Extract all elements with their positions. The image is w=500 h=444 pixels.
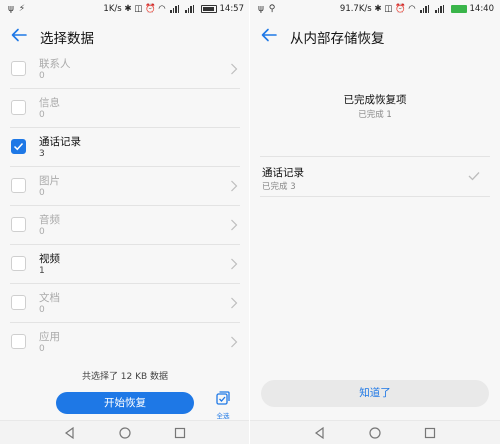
wifi-icon: ◠ [158, 4, 166, 14]
signal-icon-2 [185, 5, 195, 13]
page-title: 从内部存储恢复 [290, 31, 385, 47]
checkbox-checked[interactable] [11, 139, 26, 154]
select-all-button[interactable]: 全选 [210, 390, 236, 420]
chevron-right-icon [231, 297, 238, 309]
clock: 14:40 [469, 4, 495, 14]
selected-size-summary: 共选择了 12 KB 数据 [81, 372, 169, 382]
got-it-button[interactable]: 知道了 [261, 380, 489, 407]
check-icon [468, 172, 480, 181]
item-label: 信息 [39, 97, 60, 109]
data-type-list: 联系人 0 信息 0 通话记录 3 图片 0 音频 0 视频 1 文档 0 应用… [0, 50, 240, 362]
item-label: 视频 [39, 253, 60, 265]
app-bar: 从内部存储恢复 [250, 20, 500, 50]
signal-icon [170, 5, 180, 13]
network-speed: 91.7K/s [339, 4, 372, 14]
item-label: 图片 [39, 175, 60, 187]
item-count: 0 [39, 71, 45, 81]
clock: 14:57 [219, 4, 245, 14]
chevron-right-icon [231, 180, 238, 192]
list-item-contacts[interactable]: 联系人 0 [10, 50, 240, 89]
item-count: 0 [39, 344, 45, 354]
system-nav-bar [250, 420, 500, 444]
chevron-right-icon [231, 258, 238, 270]
system-nav-bar [0, 420, 250, 444]
item-count: 0 [39, 305, 45, 315]
notification-icons: ψ ⚲ [258, 4, 277, 14]
check-icon [13, 142, 24, 151]
completed-heading: 已完成恢复项 [343, 94, 407, 106]
bluetooth-icon: ✱ [124, 4, 132, 14]
result-item-call-log: 通话记录 已完成 3 [260, 156, 490, 197]
signal-icon-2 [435, 5, 445, 13]
checkbox[interactable] [11, 295, 26, 310]
alarm-icon: ⏰ [144, 4, 156, 14]
item-label: 联系人 [39, 58, 71, 70]
wifi-icon: ◠ [408, 4, 416, 14]
chevron-right-icon [231, 219, 238, 231]
item-label: 应用 [39, 331, 60, 343]
notification-icons: ψ ⚡ [8, 4, 27, 14]
network-speed: 1K/s [103, 4, 122, 14]
completed-count: 已完成 1 [358, 110, 392, 120]
app-bar: 选择数据 [0, 20, 250, 50]
start-restore-button[interactable]: 开始恢复 [56, 392, 194, 414]
nav-recents-icon[interactable] [423, 426, 437, 440]
item-count: 0 [39, 110, 45, 120]
select-all-icon [216, 391, 230, 405]
list-item-messages[interactable]: 信息 0 [10, 89, 240, 128]
restore-complete-screen: ψ ⚲ 91.7K/s ✱ ◫ ⏰ ◠ 14:40 从内部存储恢复 已完成恢复项… [250, 0, 500, 444]
list-item-video[interactable]: 视频 1 [10, 245, 240, 284]
list-item-audio[interactable]: 音频 0 [10, 206, 240, 245]
item-label: 音频 [39, 214, 60, 226]
result-status: 已完成 3 [262, 182, 296, 192]
select-data-screen: ψ ⚡ 1K/s ✱ ◫ ⏰ ◠ 14:57 选择数据 联系人 0 信息 0 通… [0, 0, 250, 444]
bluetooth-icon: ✱ [374, 4, 382, 14]
page-title: 选择数据 [40, 31, 94, 47]
back-arrow-icon[interactable] [10, 26, 28, 44]
nav-home-icon[interactable] [118, 426, 132, 440]
list-item-images[interactable]: 图片 0 [10, 167, 240, 206]
select-all-label: 全选 [216, 412, 230, 420]
status-bar: ψ ⚲ 91.7K/s ✱ ◫ ⏰ ◠ 14:40 [250, 0, 500, 18]
mute-icon: ◫ [134, 4, 143, 14]
item-count: 0 [39, 188, 45, 198]
item-count: 0 [39, 227, 45, 237]
status-bar: ψ ⚡ 1K/s ✱ ◫ ⏰ ◠ 14:57 [0, 0, 250, 18]
item-label: 通话记录 [39, 136, 81, 148]
battery-icon [200, 5, 217, 13]
nav-recents-icon[interactable] [173, 426, 187, 440]
chevron-right-icon [231, 336, 238, 348]
checkbox[interactable] [11, 100, 26, 115]
item-count: 1 [39, 266, 45, 276]
checkbox[interactable] [11, 61, 26, 76]
battery-charging-icon [450, 5, 467, 13]
nav-back-icon[interactable] [63, 426, 77, 440]
checkbox[interactable] [11, 334, 26, 349]
list-item-apps[interactable]: 应用 0 [10, 323, 240, 362]
signal-icon [420, 5, 430, 13]
back-arrow-icon[interactable] [260, 26, 278, 44]
item-label: 文档 [39, 292, 60, 304]
result-label: 通话记录 [262, 167, 304, 179]
item-count: 3 [39, 149, 45, 159]
nav-back-icon[interactable] [313, 426, 327, 440]
list-item-documents[interactable]: 文档 0 [10, 284, 240, 323]
checkbox[interactable] [11, 178, 26, 193]
alarm-icon: ⏰ [394, 4, 406, 14]
checkbox[interactable] [11, 256, 26, 271]
nav-home-icon[interactable] [368, 426, 382, 440]
checkbox[interactable] [11, 217, 26, 232]
list-item-call-log[interactable]: 通话记录 3 [10, 128, 240, 167]
chevron-right-icon [231, 63, 238, 75]
mute-icon: ◫ [384, 4, 393, 14]
